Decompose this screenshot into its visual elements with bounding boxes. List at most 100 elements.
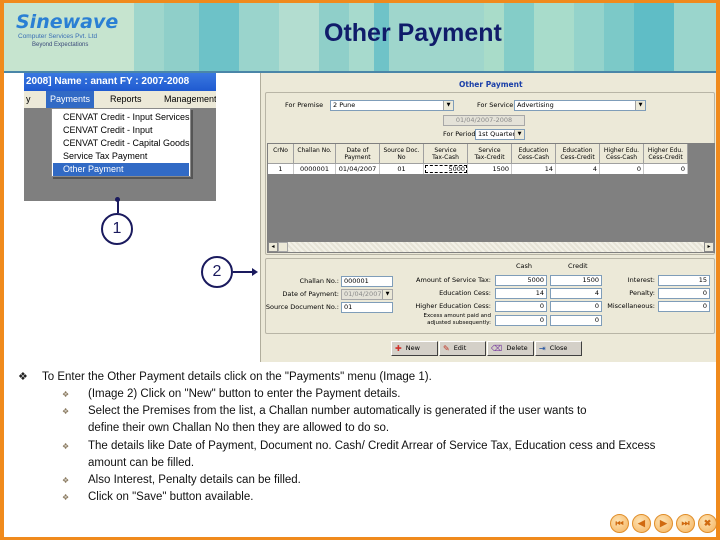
- close-label: Close: [549, 344, 568, 352]
- grid-cell[interactable]: 01/04/2007: [336, 164, 380, 174]
- chevron-down-icon[interactable]: ▼: [382, 290, 392, 299]
- menu-item-payments[interactable]: Payments: [46, 91, 95, 108]
- dropdown-item-other-payment[interactable]: Other Payment: [53, 163, 189, 176]
- callout-1-line: [117, 200, 119, 213]
- slide-header: Sinewave Computer Services Pvt. Ltd Beyo…: [4, 3, 716, 73]
- source-document-input[interactable]: 01: [341, 302, 393, 313]
- period-combo[interactable]: 1st Quarter ▼: [475, 129, 525, 140]
- close-icon: ✖: [703, 518, 712, 528]
- first-slide-button[interactable]: ⏮: [610, 514, 629, 533]
- new-button[interactable]: ✚ New: [391, 341, 438, 356]
- edit-button[interactable]: ✎ Edit: [439, 341, 486, 356]
- education-cess-label: Education Cess:: [439, 289, 491, 297]
- skip-back-icon: ⏮: [615, 518, 624, 528]
- menu-item-reports[interactable]: Reports: [106, 91, 146, 108]
- chevron-down-icon[interactable]: ▼: [514, 130, 524, 139]
- service-value: Advertising: [517, 101, 554, 109]
- service-tax-amount-label: Amount of Service Tax:: [416, 276, 491, 284]
- grid-header: CrNo Challan No. Date of Payment Source Doc…: [268, 144, 688, 164]
- penalty-label: Penalty:: [629, 289, 655, 297]
- date-of-payment-picker[interactable]: 01/04/2007 ▼: [341, 289, 393, 300]
- miscellaneous-input[interactable]: 0: [658, 301, 710, 312]
- education-cess-cash-input[interactable]: 14: [495, 288, 547, 299]
- menu-item-prev[interactable]: y: [24, 91, 35, 108]
- column-header[interactable]: Service Tax-Credit: [468, 144, 512, 164]
- instruction-sub-text: The details like Date of Payment, Docume…: [88, 439, 656, 469]
- grid-cell[interactable]: 0: [644, 164, 688, 174]
- next-slide-button[interactable]: ▶: [654, 514, 673, 533]
- scroll-thumb[interactable]: [278, 242, 288, 252]
- grid-cell[interactable]: 14: [512, 164, 556, 174]
- date-of-payment-label: Date of Payment:: [282, 290, 339, 298]
- excess-cash-input[interactable]: 0: [495, 315, 547, 326]
- chevron-down-icon[interactable]: ▼: [443, 101, 453, 110]
- slide-title: Other Payment: [324, 19, 502, 47]
- column-header[interactable]: CrNo: [268, 144, 294, 164]
- column-header[interactable]: Higher Edu. Cess-Cash: [600, 144, 644, 164]
- horizontal-scrollbar[interactable]: ◂ ▸: [268, 242, 714, 252]
- premises-label: For Premise: [285, 101, 324, 109]
- penalty-input[interactable]: 0: [658, 288, 710, 299]
- education-cess-credit-input[interactable]: 4: [550, 288, 602, 299]
- table-row[interactable]: 1 0000001 01/04/2007 01 5000 1500 14 4 0 0: [268, 164, 688, 174]
- grid-cell[interactable]: 1: [268, 164, 294, 174]
- callout-1: 1: [101, 213, 133, 245]
- menu-item-management[interactable]: Management: [160, 91, 216, 108]
- column-header[interactable]: Challan No.: [294, 144, 336, 164]
- last-slide-button[interactable]: ⏭: [676, 514, 695, 533]
- delete-button[interactable]: ⌫ Delete: [487, 341, 534, 356]
- service-combo[interactable]: Advertising ▼: [514, 100, 646, 111]
- scroll-left-icon[interactable]: ◂: [268, 242, 278, 252]
- app-titlebar: 2008] Name : anant FY : 2007-2008: [24, 73, 216, 91]
- new-label: New: [405, 344, 420, 352]
- period-value: 1st Quarter: [478, 130, 516, 138]
- chevron-down-icon[interactable]: ▼: [635, 101, 645, 110]
- premises-value: 2 Pune: [333, 101, 356, 109]
- premises-combo[interactable]: 2 Pune ▼: [330, 100, 454, 111]
- diamond-bullet-icon: ❖: [62, 476, 70, 486]
- instructions: ❖ To Enter the Other Payment details cli…: [14, 369, 704, 506]
- service-tax-credit-input[interactable]: 1500: [550, 275, 602, 286]
- close-button[interactable]: ⇥ Close: [535, 341, 582, 356]
- play-icon: ▶: [660, 518, 667, 528]
- instruction-sub: ❖ Select the Premises from the list, a C…: [14, 403, 614, 437]
- slide-border-left: [0, 0, 4, 540]
- grid-cell[interactable]: 0000001: [294, 164, 336, 174]
- grid-cell[interactable]: 5000: [424, 164, 468, 174]
- skip-forward-icon: ⏭: [681, 518, 690, 528]
- column-header[interactable]: Date of Payment: [336, 144, 380, 164]
- instruction-main-text: To Enter the Other Payment details click…: [42, 371, 432, 383]
- grid-cell[interactable]: 01: [380, 164, 424, 174]
- scroll-right-icon[interactable]: ▸: [704, 242, 714, 252]
- diamond-bullet-icon: ❖: [62, 407, 70, 417]
- column-header[interactable]: Education Cess-Cash: [512, 144, 556, 164]
- miscellaneous-label: Miscellaneous:: [607, 302, 655, 310]
- dropdown-item-cenvat-input-services[interactable]: CENVAT Credit - Input Services: [53, 111, 190, 124]
- instruction-sub: ❖ (Image 2) Click on "New" button to ent…: [14, 386, 704, 403]
- form-toolbar: ✚ New ✎ Edit ⌫ Delete ⇥ Close: [391, 341, 582, 356]
- interest-input[interactable]: 15: [658, 275, 710, 286]
- excess-credit-input[interactable]: 0: [550, 315, 602, 326]
- previous-slide-button[interactable]: ◀: [632, 514, 651, 533]
- eraser-icon: ⌫: [491, 344, 503, 353]
- higher-edu-cess-cash-input[interactable]: 0: [495, 301, 547, 312]
- app-menubar: y Payments Reports Management: [24, 91, 216, 108]
- column-header[interactable]: Service Tax-Cash: [424, 144, 468, 164]
- logo-subtitle: Computer Services Pvt. Ltd: [18, 33, 98, 40]
- column-header[interactable]: Source Doc. No: [380, 144, 424, 164]
- close-show-button[interactable]: ✖: [698, 514, 717, 533]
- service-tax-cash-input[interactable]: 5000: [495, 275, 547, 286]
- edit-label: Edit: [453, 344, 467, 352]
- column-header[interactable]: Higher Edu. Cess-Credit: [644, 144, 688, 164]
- slide-border-right: [716, 0, 720, 540]
- dropdown-item-cenvat-input[interactable]: CENVAT Credit - Input: [53, 124, 189, 137]
- dropdown-item-service-tax-payment[interactable]: Service Tax Payment: [53, 150, 189, 163]
- challan-no-input[interactable]: 000001: [341, 276, 393, 287]
- grid-cell[interactable]: 1500: [468, 164, 512, 174]
- column-header[interactable]: Education Cess-Credit: [556, 144, 600, 164]
- grid-cell[interactable]: 0: [600, 164, 644, 174]
- dropdown-item-cenvat-capital-goods[interactable]: CENVAT Credit - Capital Goods: [53, 137, 190, 150]
- callout-2: 2: [201, 256, 233, 288]
- other-payment-form-screenshot: Other Payment For Premise 2 Pune ▼ For S…: [260, 73, 716, 362]
- grid-cell[interactable]: 4: [556, 164, 600, 174]
